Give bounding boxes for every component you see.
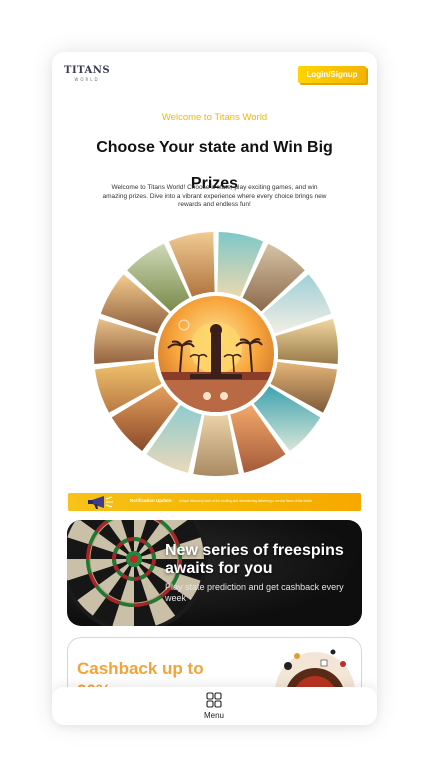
app-screen: TITANS WORLD Login/Signup Welcome to Tit…: [52, 52, 377, 725]
grid-menu-icon: [206, 692, 222, 708]
login-signup-button[interactable]: Login/Signup: [298, 66, 366, 83]
state-selection-wheel[interactable]: [92, 230, 340, 478]
promo-title: New series of freespins awaits for you: [165, 542, 344, 577]
hero-description: Welcome to Titans World! Choose a state,…: [102, 184, 327, 208]
state-tile[interactable]: [193, 414, 239, 476]
menu-label: Menu: [203, 711, 224, 720]
logo-main-text: TITANS: [64, 65, 111, 76]
notification-text: Unique discovery each of the exciting an…: [179, 498, 313, 503]
megaphone-icon: [88, 496, 113, 509]
promo-subtitle: Play state prediction and get cashback e…: [165, 582, 344, 603]
top-header: TITANS WORLD Login/Signup: [52, 52, 377, 96]
notification-title: Notification Update:: [130, 498, 173, 503]
bottom-navigation: Menu: [52, 687, 377, 725]
menu-button[interactable]: Menu: [194, 691, 234, 723]
welcome-text: Welcome to Titans World: [161, 112, 268, 123]
titans-world-logo[interactable]: TITANS WORLD: [64, 66, 110, 84]
notification-banner[interactable]: Notification Update: Unique discovery ea…: [68, 493, 361, 511]
freespins-promo-card[interactable]: New series of freespins awaits for you P…: [67, 520, 362, 626]
logo-sub-text: WORLD: [74, 77, 100, 82]
